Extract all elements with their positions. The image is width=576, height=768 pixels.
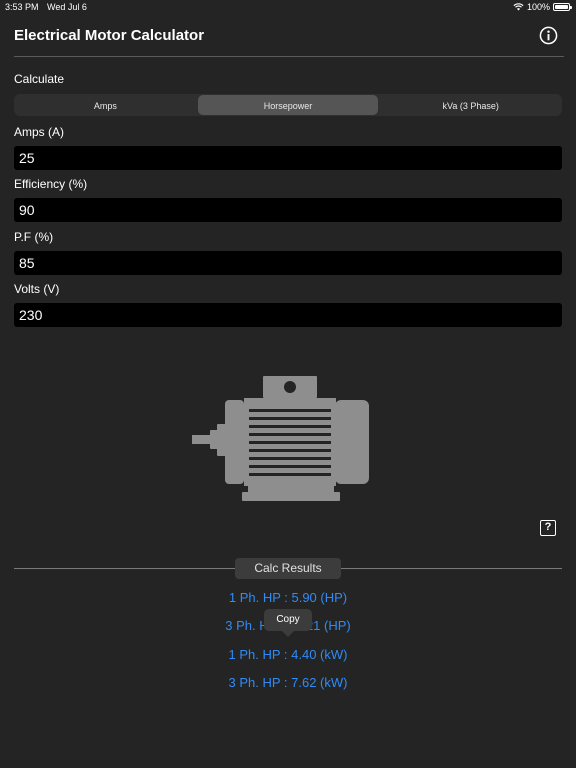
segment-kva[interactable]: kVa (3 Phase)	[380, 95, 561, 115]
segment-amps[interactable]: Amps	[15, 95, 196, 115]
pf-label: P.F (%)	[14, 230, 54, 244]
result-1ph-kw[interactable]: 1 Ph. HP : 4.40 (kW)	[0, 647, 576, 662]
status-right: 100%	[513, 2, 572, 12]
copy-tooltip[interactable]: Copy	[264, 609, 312, 631]
calc-results-badge: Calc Results	[235, 558, 341, 579]
info-icon[interactable]	[539, 26, 558, 45]
results-divider-right	[341, 568, 562, 569]
result-1ph-hp[interactable]: 1 Ph. HP : 5.90 (HP)	[0, 590, 576, 605]
battery-icon	[553, 3, 572, 11]
amps-label: Amps (A)	[14, 125, 65, 139]
help-button[interactable]: ?	[540, 520, 556, 536]
volts-field[interactable]: 230	[14, 303, 562, 327]
copy-tooltip-arrow	[282, 631, 294, 637]
pf-field[interactable]: 85	[14, 251, 562, 275]
segment-horsepower[interactable]: Horsepower	[197, 95, 379, 115]
efficiency-label: Efficiency (%)	[14, 177, 88, 191]
volts-label: Volts (V)	[14, 282, 60, 296]
page-title: Electrical Motor Calculator	[14, 27, 205, 44]
status-date: Wed Jul 6	[47, 2, 87, 12]
results-divider-left	[14, 568, 235, 569]
electric-motor-icon	[192, 376, 369, 501]
nav-divider	[14, 56, 564, 57]
wifi-icon	[513, 3, 524, 11]
result-3ph-kw[interactable]: 3 Ph. HP : 7.62 (kW)	[0, 675, 576, 690]
battery-percent: 100%	[526, 2, 550, 12]
status-time: 3:53 PM	[5, 2, 39, 12]
calculate-segmented-control[interactable]: Amps Horsepower kVa (3 Phase)	[14, 94, 562, 116]
efficiency-field[interactable]: 90	[14, 198, 562, 222]
calculate-label: Calculate	[14, 72, 65, 86]
status-bar: 3:53 PM Wed Jul 6 100%	[0, 0, 576, 14]
amps-field[interactable]: 25	[14, 146, 562, 170]
